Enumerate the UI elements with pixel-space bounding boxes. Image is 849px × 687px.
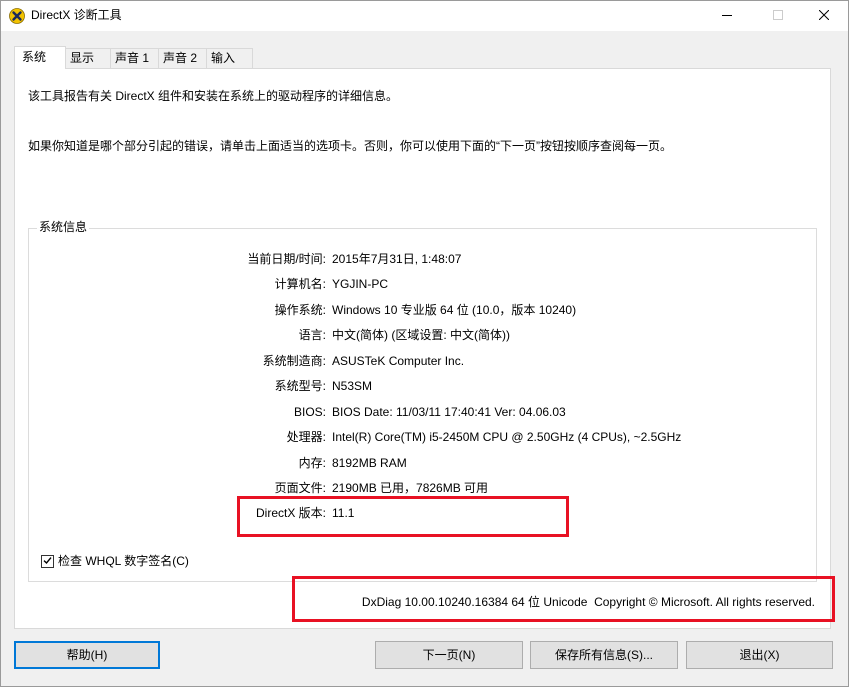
manufacturer-label: 系统制造商: [262, 353, 326, 368]
directx-icon [9, 8, 25, 24]
memory-label: 内存: [298, 455, 326, 470]
help-button[interactable]: 帮助(H) [14, 641, 160, 669]
os-value: Windows 10 专业版 64 位 (10.0，版本 10240) [332, 302, 577, 317]
directx-version-label: DirectX 版本: [255, 506, 326, 521]
info-row-language: 语言: 中文(简体) (区域设置: 中文(简体)) [100, 325, 681, 350]
memory-value: 8192MB RAM [332, 455, 407, 470]
info-row-page-file: 页面文件: 2190MB 已用，7826MB 可用 [100, 478, 681, 503]
datetime-label: 当前日期/时间: [247, 252, 326, 266]
bios-label: BIOS: [293, 404, 326, 419]
window-title: DirectX 诊断工具 [31, 8, 122, 22]
whql-check-option[interactable]: 检查 WHQL 数字签名(C) [41, 552, 189, 570]
close-icon [818, 9, 830, 23]
maximize-icon [773, 9, 783, 23]
processor-label: 处理器: [286, 430, 326, 445]
info-row-memory: 内存: 8192MB RAM [100, 453, 681, 478]
computer-name-value: YGJIN-PC [332, 277, 389, 292]
minimize-button[interactable] [704, 0, 750, 31]
info-row-model: 系统型号: N53SM [100, 376, 681, 401]
system-info-group: 系统信息 当前日期/时间: 2015年7月31日, 1:48:07 计算机名: … [28, 220, 817, 582]
tab-system[interactable]: 系统 [14, 46, 66, 69]
computer-name-label: 计算机名: [274, 277, 326, 292]
page-file-label: 页面文件: [274, 480, 326, 495]
dxdiag-version-status: DxDiag 10.00.10240.16384 64 位 Unicode Co… [361, 595, 815, 609]
exit-button[interactable]: 退出(X) [686, 641, 833, 669]
tab-sound-1[interactable]: 声音 1 [110, 48, 159, 68]
minimize-icon [722, 9, 732, 23]
model-label: 系统型号: [274, 379, 326, 394]
tab-display[interactable]: 显示 [65, 48, 111, 68]
info-row-manufacturer: 系统制造商: ASUSTeK Computer Inc. [100, 351, 681, 376]
system-info-list: 当前日期/时间: 2015年7月31日, 1:48:07 计算机名: YGJIN… [100, 249, 681, 529]
bios-value: BIOS Date: 11/03/11 17:40:41 Ver: 04.06.… [332, 404, 566, 419]
model-value: N53SM [332, 379, 373, 394]
info-row-datetime: 当前日期/时间: 2015年7月31日, 1:48:07 [100, 249, 681, 274]
intro-text: 该工具报告有关 DirectX 组件和安装在系统上的驱动程序的详细信息。 [28, 89, 399, 103]
info-row-processor: 处理器: Intel(R) Core(TM) i5-2450M CPU @ 2.… [100, 427, 682, 452]
info-row-bios: BIOS: BIOS Date: 11/03/11 17:40:41 Ver: … [100, 402, 681, 427]
page-file-value: 2190MB 已用，7826MB 可用 [332, 480, 489, 495]
tab-input[interactable]: 输入 [206, 48, 253, 68]
maximize-button [755, 0, 801, 31]
close-button[interactable] [801, 0, 847, 31]
checkmark-icon [43, 554, 52, 568]
info-row-os: 操作系统: Windows 10 专业版 64 位 (10.0，版本 10240… [100, 300, 681, 325]
os-label: 操作系统: [274, 302, 326, 317]
tab-sound-2[interactable]: 声音 2 [158, 48, 207, 68]
title-bar[interactable]: DirectX 诊断工具 [0, 0, 849, 31]
processor-value: Intel(R) Core(TM) i5-2450M CPU @ 2.50GHz… [332, 430, 682, 445]
system-tab-panel: 该工具报告有关 DirectX 组件和安装在系统上的驱动程序的详细信息。 如果你… [14, 68, 831, 629]
save-all-info-button[interactable]: 保存所有信息(S)... [530, 641, 678, 669]
dxdiag-window: DirectX 诊断工具 系统 显示 声音 1 声音 2 输入 该工具报告有关 … [0, 0, 849, 687]
group-title: 系统信息 [37, 220, 90, 234]
manufacturer-value: ASUSTeK Computer Inc. [332, 353, 465, 368]
directx-version-value: 11.1 [332, 506, 355, 521]
intro-instructions: 如果你知道是哪个部分引起的错误，请单击上面适当的选项卡。否则，你可以使用下面的“… [28, 139, 672, 153]
info-row-directx-version: DirectX 版本: 11.1 [100, 503, 681, 528]
datetime-value: 2015年7月31日, 1:48:07 [332, 252, 462, 266]
language-value: 中文(简体) (区域设置: 中文(简体)) [332, 328, 510, 343]
info-row-computer-name: 计算机名: YGJIN-PC [100, 274, 681, 299]
whql-checkbox[interactable] [41, 554, 54, 568]
language-label: 语言: [298, 328, 326, 343]
next-page-button[interactable]: 下一页(N) [375, 641, 523, 669]
whql-check-label[interactable]: 检查 WHQL 数字签名(C) [58, 553, 189, 569]
